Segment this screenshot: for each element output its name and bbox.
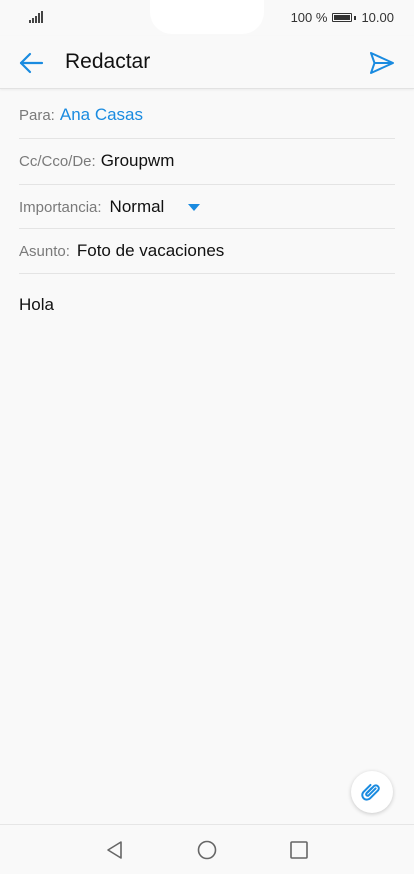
- divider: [19, 184, 395, 185]
- importance-value[interactable]: Normal: [110, 197, 165, 217]
- to-label: Para:: [19, 106, 55, 124]
- status-bar: 100 % 10.00: [0, 0, 414, 36]
- battery-icon: [332, 13, 353, 22]
- battery-percent: 100 %: [290, 10, 328, 25]
- divider: [19, 228, 395, 229]
- message-body[interactable]: Hola: [19, 295, 54, 315]
- dropdown-caret-icon[interactable]: [188, 203, 201, 211]
- to-recipient[interactable]: Ana Casas: [60, 105, 143, 125]
- signal-icon: [29, 11, 43, 23]
- cc-field[interactable]: Cc/Cco/De: Groupwm: [19, 150, 395, 172]
- clock: 10.00: [361, 10, 394, 25]
- subject-field[interactable]: Asunto: Foto de vacaciones: [19, 240, 395, 262]
- importance-label: Importancia:: [19, 198, 102, 216]
- importance-field[interactable]: Importancia: Normal: [19, 196, 395, 218]
- divider: [19, 138, 395, 139]
- nav-recents-icon[interactable]: [288, 839, 310, 861]
- battery-tip: [354, 15, 357, 20]
- system-nav-bar: [0, 824, 414, 874]
- divider: [19, 273, 395, 274]
- app-bar: Redactar: [0, 36, 414, 89]
- paperclip-icon: [361, 783, 380, 801]
- page-title: Redactar: [65, 50, 151, 73]
- cc-value[interactable]: Groupwm: [101, 151, 175, 171]
- camera-notch: [150, 0, 264, 34]
- nav-back-icon[interactable]: [104, 839, 126, 861]
- to-field[interactable]: Para: Ana Casas: [19, 104, 395, 126]
- nav-home-icon[interactable]: [196, 839, 218, 861]
- compose-screen: 100 % 10.00 Redactar Para: Ana Casas Cc/…: [0, 0, 414, 874]
- battery-level: [334, 15, 351, 20]
- back-arrow-icon[interactable]: [16, 48, 46, 78]
- attach-button[interactable]: [351, 771, 393, 813]
- cc-label: Cc/Cco/De:: [19, 152, 96, 170]
- subject-label: Asunto:: [19, 242, 70, 260]
- subject-input[interactable]: Foto de vacaciones: [77, 241, 224, 261]
- send-icon[interactable]: [368, 49, 396, 77]
- status-right: 100 % 10.00: [291, 10, 394, 25]
